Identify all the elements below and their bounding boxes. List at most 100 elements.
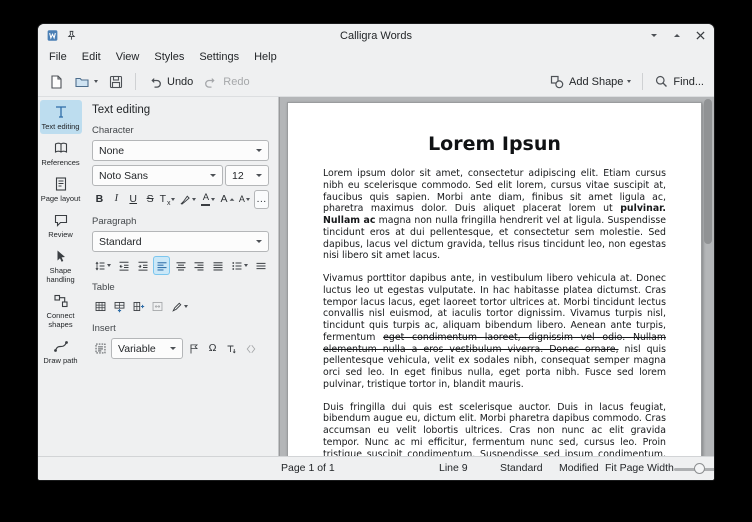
new-document-button[interactable] [44, 70, 68, 94]
paragraph-1: Lorem ipsum dolor sit amet, consectetur … [323, 168, 666, 262]
minimize-button[interactable] [647, 29, 661, 43]
shrink-font-button[interactable]: A [237, 190, 252, 209]
increase-indent-button[interactable] [135, 256, 152, 275]
dock-label: Connect shapes [41, 311, 81, 329]
grow-font-button[interactable]: A [220, 190, 235, 209]
bold-button[interactable]: B [92, 190, 107, 209]
decrease-indent-button[interactable] [116, 256, 133, 275]
insert-table-button[interactable] [92, 297, 109, 316]
zoom-slider-handle[interactable] [694, 463, 705, 474]
maximize-icon [674, 34, 680, 37]
menu-view[interactable]: View [109, 49, 147, 65]
window-controls [647, 29, 707, 43]
strikethrough-button[interactable]: S [143, 190, 158, 209]
align-left-button[interactable] [153, 256, 170, 275]
paragraph-style-combo[interactable]: Standard [92, 231, 269, 252]
menu-edit[interactable]: Edit [75, 49, 108, 65]
menu-styles[interactable]: Styles [147, 49, 191, 65]
align-right-button[interactable] [191, 256, 208, 275]
insert-index-button[interactable] [242, 339, 259, 358]
bullet-list-button[interactable] [229, 256, 251, 275]
find-button[interactable]: Find... [650, 70, 708, 94]
insert-bookmark-button[interactable] [185, 339, 202, 358]
align-justify-button[interactable] [210, 256, 227, 275]
dock-item-text-editing[interactable]: Text editing [40, 100, 82, 134]
font-color-button[interactable]: A [199, 190, 218, 209]
paragraph-3: Duis fringilla dui quis est scelerisque … [323, 402, 666, 457]
paragraph-style-value: Standard [99, 236, 142, 248]
menu-file[interactable]: File [42, 49, 74, 65]
redo-label: Redo [223, 76, 249, 88]
dock-item-draw-path[interactable]: Draw path [40, 334, 82, 368]
status-line-indicator: Line 9 [439, 462, 468, 474]
menu-help[interactable]: Help [247, 49, 284, 65]
insert-special-character-button[interactable]: Ω [204, 339, 221, 358]
underline-button[interactable]: U [126, 190, 141, 209]
more-paragraph-options-button[interactable] [252, 256, 269, 275]
draw-path-icon [53, 338, 69, 354]
pin-icon[interactable] [64, 29, 78, 43]
undo-button[interactable]: Undo [143, 70, 197, 94]
document-title: Lorem Ipsun [323, 133, 666, 155]
dock-item-references[interactable]: References [40, 136, 82, 170]
font-color-icon: A [201, 193, 210, 206]
insert-column-button[interactable] [130, 297, 147, 316]
menu-settings[interactable]: Settings [192, 49, 246, 65]
chevron-down-icon [192, 198, 196, 201]
dock-item-connect-shapes[interactable]: Connect shapes [40, 289, 82, 332]
subsup-icon: T [160, 194, 166, 205]
align-center-button[interactable] [172, 256, 189, 275]
insert-variable-combo[interactable]: Variable [111, 338, 183, 359]
save-button[interactable] [104, 70, 128, 94]
document-canvas[interactable]: Lorem Ipsun Lorem ipsum dolor sit amet, … [279, 97, 714, 456]
merge-cells-button[interactable] [149, 297, 166, 316]
bookmark-flag-icon [188, 343, 200, 355]
text-editing-icon [53, 104, 69, 120]
shrink-font-icon: A [239, 195, 245, 204]
more-character-options-button[interactable]: … [254, 190, 269, 209]
find-label: Find... [673, 76, 704, 88]
chevron-down-icon [184, 305, 188, 308]
page-content: Lorem Ipsun Lorem ipsum dolor sit amet, … [288, 103, 701, 456]
line-spacing-button[interactable] [92, 256, 114, 275]
titlebar[interactable]: Calligra Words [38, 24, 714, 47]
dock-label: Review [48, 230, 73, 239]
dock-item-review[interactable]: Review [40, 208, 82, 242]
add-shape-icon [549, 74, 565, 90]
dock-item-shape-handling[interactable]: Shape handling [40, 244, 82, 287]
text-frame-icon [94, 342, 107, 355]
insert-footnote-button[interactable] [223, 339, 240, 358]
insert-row-button[interactable] [111, 297, 128, 316]
font-size-value: 12 [232, 170, 244, 182]
dock-item-page-layout[interactable]: Page layout [40, 172, 82, 206]
status-modified-indicator: Modified [559, 462, 599, 474]
maximize-button[interactable] [670, 29, 684, 43]
font-family-combo[interactable]: Noto Sans [92, 165, 223, 186]
add-shape-button[interactable]: Add Shape [545, 70, 635, 94]
font-size-combo[interactable]: 12 [225, 165, 269, 186]
scrollbar-thumb[interactable] [704, 99, 712, 244]
grow-font-icon: A [220, 194, 227, 205]
draw-table-pen-button[interactable] [168, 297, 190, 316]
up-arrow-icon [229, 198, 234, 200]
character-style-combo[interactable]: None [92, 140, 269, 161]
redo-button[interactable]: Redo [199, 70, 253, 94]
zoom-slider[interactable] [674, 463, 714, 475]
close-button[interactable] [693, 29, 707, 43]
p1-text: magna non nulla fringilla hendrerit vel … [323, 215, 666, 261]
undo-label: Undo [167, 76, 193, 88]
subscript-superscript-button[interactable]: Tx [160, 190, 176, 209]
chevron-down-icon [256, 240, 262, 243]
insert-text-frame-button[interactable] [92, 339, 109, 358]
references-icon [53, 140, 69, 156]
add-shape-chevron-icon [627, 80, 631, 83]
status-page-indicator: Page 1 of 1 [281, 462, 335, 474]
zoom-mode-button[interactable]: Fit Page Width [605, 462, 674, 474]
highlight-color-button[interactable] [177, 190, 196, 209]
open-document-button[interactable] [70, 70, 102, 94]
chevron-down-icon [171, 198, 175, 201]
document-page[interactable]: Lorem Ipsun Lorem ipsum dolor sit amet, … [287, 102, 702, 456]
italic-button[interactable]: I [109, 190, 124, 209]
vertical-scrollbar[interactable] [704, 99, 712, 454]
omega-icon: Ω [209, 343, 217, 354]
